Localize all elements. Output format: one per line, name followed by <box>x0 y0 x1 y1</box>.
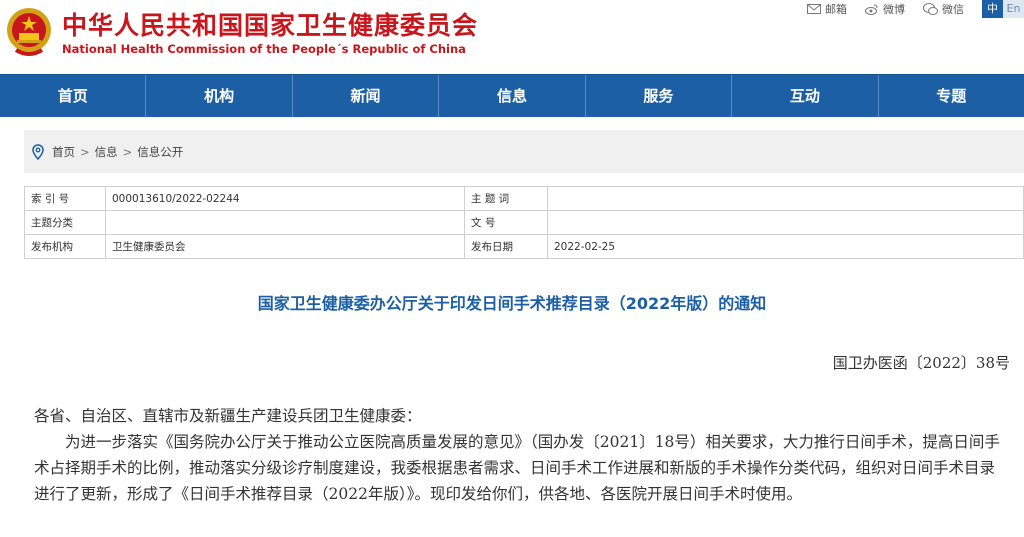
document-metadata-table: 索 引 号 000013610/2022-02244 主 题 词 主题分类 文 … <box>24 186 1024 259</box>
nav-item-news[interactable]: 新闻 <box>293 75 440 117</box>
document-title: 国家卫生健康委办公厅关于印发日间手术推荐目录（2022年版）的通知 <box>257 294 767 313</box>
meta-label-doc-number: 文 号 <box>464 210 548 235</box>
nav-item-information[interactable]: 信息 <box>439 75 586 117</box>
meta-value-publish-date: 2022-02-25 <box>547 234 1024 259</box>
location-pin-icon <box>32 143 44 160</box>
mail-link[interactable]: 邮箱 <box>807 1 847 17</box>
breadcrumb-information[interactable]: 信息 <box>95 144 118 160</box>
meta-value-keywords <box>547 186 1024 211</box>
site-title-chinese[interactable]: 中华人民共和国国家卫生健康委员会 <box>62 6 478 42</box>
lang-chinese-button[interactable]: 中 <box>982 0 1003 18</box>
meta-label-publish-date: 发布日期 <box>464 234 548 259</box>
breadcrumb-info-disclosure[interactable]: 信息公开 <box>137 144 183 160</box>
document-paragraph: 为进一步落实《国务院办公厅关于推动公立医院高质量发展的意见》（国办发〔2021〕… <box>34 433 1000 503</box>
lang-english-button[interactable]: En <box>1003 0 1024 18</box>
table-row: 主题分类 文 号 <box>24 210 1024 235</box>
wechat-icon <box>923 3 938 15</box>
meta-value-index: 000013610/2022-02244 <box>105 186 465 211</box>
language-switcher: 中 En <box>982 0 1024 18</box>
mail-link-label: 邮箱 <box>825 3 847 16</box>
table-row: 发布机构 卫生健康委员会 发布日期 2022-02-25 <box>24 234 1024 259</box>
breadcrumb-separator: > <box>122 144 133 159</box>
nav-item-institutions[interactable]: 机构 <box>146 75 293 117</box>
meta-value-category <box>105 210 465 235</box>
meta-label-publisher: 发布机构 <box>24 234 106 259</box>
nav-item-home[interactable]: 首页 <box>0 75 147 117</box>
site-title-english[interactable]: National Health Commission of the People… <box>62 42 466 56</box>
nav-item-interaction[interactable]: 互动 <box>732 75 879 117</box>
document-salutation: 各省、自治区、直辖市及新疆生产建设兵团卫生健康委： <box>34 407 422 425</box>
document-body: 各省、自治区、直辖市及新疆生产建设兵团卫生健康委： 为进一步落实《国务院办公厅关… <box>34 403 1004 507</box>
weibo-icon <box>865 4 878 15</box>
top-links: 邮箱 微博 微信 中 En <box>807 0 1024 18</box>
meta-value-publisher: 卫生健康委员会 <box>105 234 465 259</box>
nav-item-services[interactable]: 服务 <box>586 75 733 117</box>
national-emblem-icon[interactable] <box>4 6 54 58</box>
breadcrumb: 首页 > 信息 > 信息公开 <box>24 130 1024 173</box>
mail-icon <box>807 4 821 14</box>
meta-label-category: 主题分类 <box>24 210 106 235</box>
document-number: 国卫办医函〔2022〕38号 <box>832 354 1010 372</box>
weibo-link[interactable]: 微博 <box>865 1 905 17</box>
breadcrumb-home[interactable]: 首页 <box>52 144 75 160</box>
weibo-link-label: 微博 <box>883 3 905 16</box>
meta-label-index: 索 引 号 <box>24 186 106 211</box>
breadcrumb-separator: > <box>80 144 90 159</box>
wechat-link[interactable]: 微信 <box>923 1 964 17</box>
meta-label-keywords: 主 题 词 <box>464 186 548 211</box>
nav-item-topics[interactable]: 专题 <box>879 75 1024 117</box>
main-nav: 首页 机构 新闻 信息 服务 互动 专题 <box>0 74 1024 117</box>
table-row: 索 引 号 000013610/2022-02244 主 题 词 <box>24 186 1024 211</box>
wechat-link-label: 微信 <box>942 3 964 16</box>
site-header: 中华人民共和国国家卫生健康委员会 National Health Commiss… <box>0 0 1024 74</box>
meta-value-doc-number <box>547 210 1024 235</box>
